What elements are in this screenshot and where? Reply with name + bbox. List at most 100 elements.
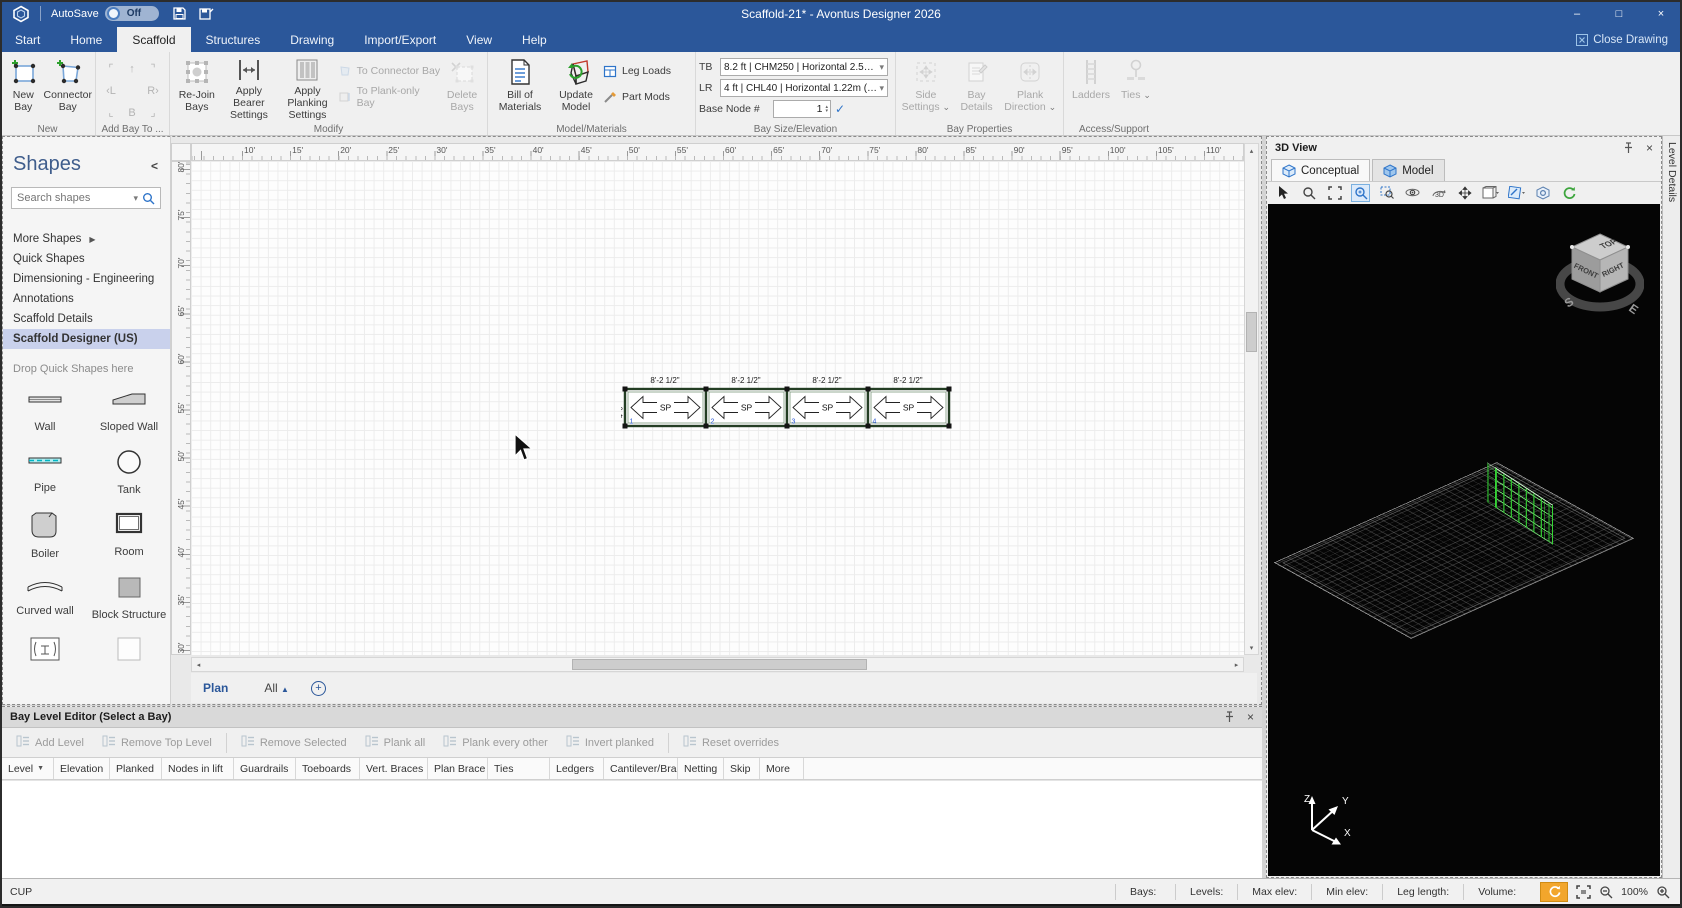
- ble-button-remove-top-level[interactable]: Remove Top Level: [94, 732, 220, 754]
- horizontal-scrollbar[interactable]: ◂ ▸: [191, 657, 1244, 672]
- scroll-up-icon[interactable]: ▴: [1245, 144, 1258, 157]
- ble-button-reset-overrides[interactable]: Reset overrides: [675, 732, 787, 754]
- apply-planking-button[interactable]: Apply Planking Settings: [277, 54, 337, 120]
- stencil-shape-blank[interactable]: [87, 636, 171, 667]
- rejoin-bays-button[interactable]: Re-Join Bays: [173, 54, 221, 120]
- level-details-side-tab[interactable]: Level Details: [1662, 136, 1680, 878]
- ble-button-plank-every-other[interactable]: Plank every other: [435, 732, 556, 754]
- base-node-input[interactable]: 1 ▴▾: [773, 100, 831, 118]
- column-header-vert-braces[interactable]: Vert. Braces: [360, 758, 428, 779]
- column-header-level[interactable]: Level▼: [2, 758, 54, 779]
- fit-view-icon[interactable]: [1576, 885, 1591, 899]
- ribbon-tab-view[interactable]: View: [451, 27, 507, 52]
- bay-level-table-body[interactable]: [2, 780, 1262, 878]
- ble-button-plank-all[interactable]: Plank all: [357, 732, 434, 754]
- zoom-in-icon[interactable]: [1656, 885, 1670, 899]
- add-bay-direction-icon[interactable]: ‹L: [101, 80, 121, 101]
- ribbon-tab-import-export[interactable]: Import/Export: [349, 27, 451, 52]
- app-logo-icon[interactable]: [12, 5, 30, 23]
- 3d-viewport[interactable]: S E TOP FRONT RIGHT Z Y X: [1268, 204, 1660, 876]
- lr-select[interactable]: 4 ft | CHL40 | Horizontal 1.22m (4'0") ▾: [720, 79, 888, 97]
- sidebar-category-1[interactable]: Quick Shapes: [3, 249, 171, 269]
- add-bay-direction-icon[interactable]: ⌝: [143, 58, 163, 79]
- minimize-button[interactable]: –: [1556, 0, 1598, 27]
- ble-button-remove-selected[interactable]: Remove Selected: [233, 732, 355, 754]
- sidebar-category-0[interactable]: More Shapes▶: [3, 229, 171, 249]
- ribbon-tab-structures[interactable]: Structures: [191, 27, 276, 52]
- scroll-down-icon[interactable]: ▾: [1245, 641, 1258, 654]
- ribbon-tab-help[interactable]: Help: [507, 27, 562, 52]
- ble-button-add-level[interactable]: Add Level: [8, 732, 92, 754]
- tab-conceptual[interactable]: Conceptual: [1271, 159, 1370, 181]
- ladders-button[interactable]: Ladders: [1067, 54, 1115, 120]
- delete-bays-button[interactable]: Delete Bays: [440, 54, 484, 120]
- plan-bay-1[interactable]: 8'-2 1/2" SP 1: [625, 376, 706, 426]
- plan-bay-3[interactable]: 8'-2 1/2" SP 3: [787, 376, 868, 426]
- collapse-panel-icon[interactable]: <: [151, 159, 158, 173]
- bay-details-button[interactable]: Bay Details: [953, 54, 1001, 120]
- free-orbit-3d-icon[interactable]: 3D: [1429, 184, 1448, 202]
- tb-select[interactable]: 8.2 ft | CHM250 | Horizontal 2.5m (8'2")…: [720, 58, 888, 76]
- shape-search-box[interactable]: ▾: [11, 187, 161, 209]
- stencil-shape-stair[interactable]: [3, 636, 87, 667]
- new-bay-button[interactable]: New Bay: [3, 54, 44, 120]
- column-header-planked[interactable]: Planked: [110, 758, 162, 779]
- views-cube-dropdown-icon[interactable]: [1481, 184, 1500, 202]
- stencil-shape-curved-wall[interactable]: Curved wall: [3, 575, 87, 622]
- tab-plan[interactable]: Plan: [203, 681, 228, 695]
- sidebar-category-5[interactable]: Scaffold Designer (US): [3, 329, 171, 349]
- add-bay-direction-icon[interactable]: B: [122, 102, 142, 123]
- column-header-ledgers[interactable]: Ledgers: [550, 758, 604, 779]
- zoom-extents-icon[interactable]: [1325, 184, 1344, 202]
- column-header-ties[interactable]: Ties: [488, 758, 550, 779]
- pin-icon[interactable]: [1224, 711, 1235, 723]
- visual-style-dropdown-icon[interactable]: [1507, 184, 1526, 202]
- column-header-elevation[interactable]: Elevation: [54, 758, 110, 779]
- stencil-shape-boiler[interactable]: Boiler: [3, 510, 87, 561]
- column-header-skip[interactable]: Skip: [724, 758, 760, 779]
- zoom-level[interactable]: 100%: [1621, 886, 1648, 898]
- sidebar-category-2[interactable]: Dimensioning - Engineering: [3, 269, 171, 289]
- close-button[interactable]: ×: [1640, 0, 1682, 27]
- drawing-surface[interactable]: 8'-2 1/2" SP 1 8'-2 1/2" SP 2 8'-2 1/2" …: [191, 161, 1244, 655]
- column-header-nodes-in-lift[interactable]: Nodes in lift: [162, 758, 234, 779]
- save-button[interactable]: [169, 4, 191, 24]
- stencil-shape-sloped-wall[interactable]: Sloped Wall: [87, 387, 171, 434]
- connector-bay-button[interactable]: Connector Bay: [44, 54, 92, 120]
- stencil-shape-block-structure[interactable]: Block Structure: [87, 575, 171, 622]
- select-cursor-icon[interactable]: [1273, 184, 1292, 202]
- zoom-in-tool-icon[interactable]: [1351, 184, 1370, 202]
- close-panel-icon[interactable]: ×: [1646, 141, 1653, 155]
- add-bay-direction-icon[interactable]: ↑: [122, 58, 142, 79]
- base-node-spinner[interactable]: ▴▾: [825, 105, 828, 113]
- ble-button-invert-planked[interactable]: Invert planked: [558, 732, 662, 754]
- column-header-more[interactable]: More: [760, 758, 804, 779]
- stencil-shape-tank[interactable]: Tank: [87, 448, 171, 497]
- autosave-toggle[interactable]: Off: [105, 6, 159, 21]
- side-settings-button[interactable]: Side Settings ⌄: [899, 54, 953, 120]
- to-connector-bay-button[interactable]: To Connector Bay: [338, 62, 440, 80]
- zoom-out-icon[interactable]: [1599, 885, 1613, 899]
- pan-icon[interactable]: [1455, 184, 1474, 202]
- stencil-shape-pipe[interactable]: Pipe: [3, 448, 87, 497]
- add-page-button[interactable]: +: [311, 681, 326, 696]
- zoom-icon[interactable]: [1299, 184, 1318, 202]
- save-as-button[interactable]: [195, 4, 217, 24]
- search-input[interactable]: [12, 192, 133, 204]
- stencil-shape-room[interactable]: Room: [87, 510, 171, 561]
- stencil-shape-wall[interactable]: Wall: [3, 387, 87, 434]
- plan-bay-4[interactable]: 8'-2 1/2" SP 4: [868, 376, 949, 426]
- part-mods-button[interactable]: Part Mods: [603, 88, 687, 106]
- plan-bay-2[interactable]: 8'-2 1/2" SP 2: [706, 376, 787, 426]
- refresh-3d-icon[interactable]: [1559, 184, 1578, 202]
- sidebar-category-3[interactable]: Annotations: [3, 289, 171, 309]
- maximize-button[interactable]: □: [1598, 0, 1640, 27]
- update-model-button[interactable]: Update Model: [549, 54, 603, 120]
- scroll-left-icon[interactable]: ◂: [192, 658, 205, 671]
- leg-loads-button[interactable]: Leg Loads: [603, 62, 687, 80]
- orbit-icon[interactable]: [1403, 184, 1422, 202]
- tab-model[interactable]: Model: [1372, 159, 1444, 181]
- model-refresh-button[interactable]: [1540, 882, 1568, 902]
- horizontal-scroll-thumb[interactable]: [572, 659, 867, 670]
- add-bay-direction-icon[interactable]: ⌞: [101, 102, 121, 123]
